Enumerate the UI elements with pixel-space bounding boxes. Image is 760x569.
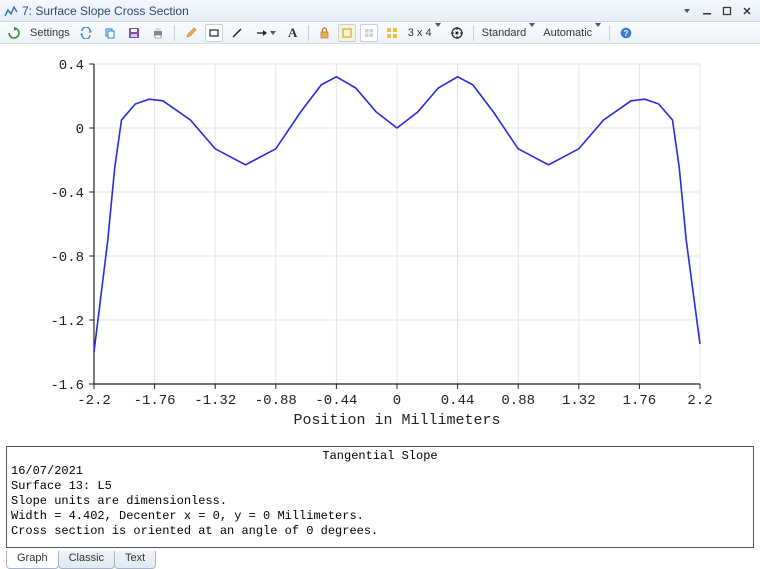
toolbar: Settings A 3 x 4 (0, 22, 760, 44)
automatic-dropdown[interactable]: Automatic (541, 27, 603, 39)
layout-grid-icon[interactable] (360, 24, 378, 42)
minimize-button[interactable] (698, 3, 716, 19)
svg-text:-1.32: -1.32 (194, 393, 236, 409)
svg-text:1.76: 1.76 (623, 393, 657, 409)
text-tool-icon[interactable]: A (284, 24, 302, 42)
svg-text:Position in Millimeters: Position in Millimeters (293, 412, 500, 429)
info-line: Cross section is oriented at an angle of… (11, 524, 749, 539)
standard-dropdown[interactable]: Standard (480, 27, 538, 39)
toolbar-separator (609, 25, 610, 41)
svg-text:0.44: 0.44 (441, 393, 475, 409)
arrow-tool-dropdown[interactable] (251, 24, 280, 42)
window-title: 7: Surface Slope Cross Section (22, 4, 678, 18)
info-line: Width = 4.402, Decenter x = 0, y = 0 Mil… (11, 509, 749, 524)
target-icon[interactable] (447, 24, 467, 42)
svg-text:-2.2: -2.2 (77, 393, 111, 409)
info-line: Surface 13: L5 (11, 479, 749, 494)
copy-icon[interactable] (100, 24, 120, 42)
tab-text[interactable]: Text (114, 551, 156, 569)
title-bar: 7: Surface Slope Cross Section (0, 0, 760, 22)
print-icon[interactable] (148, 24, 168, 42)
dropdown-button[interactable] (678, 3, 696, 19)
rectangle-tool-icon[interactable] (205, 24, 223, 42)
svg-text:?: ? (624, 29, 629, 38)
layout-single-icon[interactable] (338, 24, 356, 42)
save-icon[interactable] (124, 24, 144, 42)
svg-text:-1.2: -1.2 (50, 314, 84, 330)
chart-svg: -2.2 -1.76 -1.32 -0.88 -0.44 0 0.44 0.88 1.32 1.7… (0, 44, 760, 442)
tab-graph[interactable]: Graph (6, 551, 59, 569)
help-icon[interactable]: ? (616, 24, 636, 42)
info-title: Tangential Slope (11, 449, 749, 464)
lock-icon[interactable] (315, 24, 334, 42)
svg-text:-1.6: -1.6 (50, 378, 84, 394)
toolbar-separator (174, 25, 175, 41)
bottom-tabs: Graph Classic Text (6, 551, 155, 569)
toolbar-separator (308, 25, 309, 41)
line-tool-icon[interactable] (227, 24, 247, 42)
maximize-button[interactable] (718, 3, 736, 19)
grid-config-icon[interactable] (382, 24, 402, 42)
sync-icon[interactable] (76, 24, 96, 42)
info-panel: Tangential Slope 16/07/2021 Surface 13: … (6, 446, 754, 548)
svg-text:2.2: 2.2 (687, 393, 712, 409)
settings-label[interactable]: Settings (28, 27, 72, 39)
svg-text:-0.88: -0.88 (255, 393, 297, 409)
standard-label: Standard (482, 27, 527, 39)
pencil-icon[interactable] (181, 24, 201, 42)
app-icon (4, 4, 18, 18)
grid-size-dropdown[interactable]: 3 x 4 (406, 27, 443, 39)
svg-text:-1.76: -1.76 (134, 393, 176, 409)
toolbar-separator (473, 25, 474, 41)
close-button[interactable] (738, 3, 756, 19)
info-line: Slope units are dimensionless. (11, 494, 749, 509)
svg-text:-0.4: -0.4 (50, 186, 84, 202)
tab-classic[interactable]: Classic (58, 551, 115, 569)
grid-size-label: 3 x 4 (408, 27, 432, 39)
svg-text:1.32: 1.32 (562, 393, 596, 409)
svg-text:0: 0 (76, 122, 84, 138)
svg-text:0.4: 0.4 (59, 58, 84, 74)
info-line: 16/07/2021 (11, 464, 749, 479)
chart: -2.2 -1.76 -1.32 -0.88 -0.44 0 0.44 0.88 1.32 1.7… (0, 44, 760, 442)
svg-text:0.88: 0.88 (501, 393, 535, 409)
svg-text:-0.44: -0.44 (315, 393, 357, 409)
svg-text:0: 0 (393, 393, 401, 409)
automatic-label: Automatic (543, 27, 592, 39)
update-button[interactable] (4, 24, 24, 42)
svg-text:-0.8: -0.8 (50, 250, 84, 266)
window-controls (678, 3, 756, 19)
